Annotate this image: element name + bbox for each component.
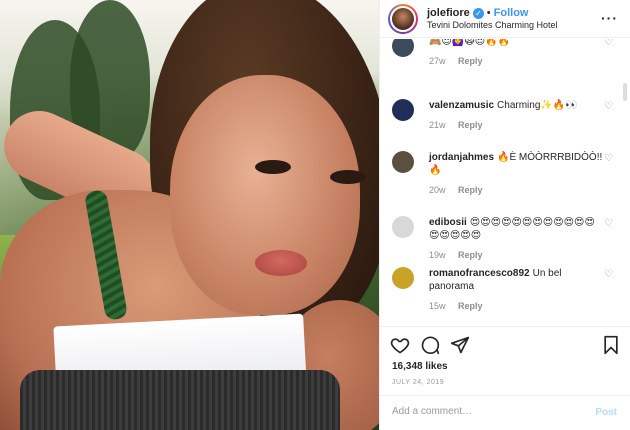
comment-like-heart-icon[interactable]: ♡ xyxy=(604,39,613,48)
comment-meta: 27w Reply xyxy=(429,55,604,68)
post-header-top: jolefiore ✓ • Follow xyxy=(427,7,558,20)
heart-icon[interactable] xyxy=(390,335,410,355)
reply-button[interactable]: Reply xyxy=(458,185,483,195)
photo-lounge-chair xyxy=(20,370,340,430)
separator-dot: • xyxy=(486,6,491,19)
comment-like-heart-icon[interactable]: ♡ xyxy=(604,269,613,280)
reply-button[interactable]: Reply xyxy=(458,301,483,311)
comment-username[interactable]: valenzamusic xyxy=(429,100,494,111)
comment-meta: 21w Reply xyxy=(429,119,604,132)
author-avatar[interactable] xyxy=(388,3,418,34)
post-actions: 16,348 likes JULY 24, 2019 Post xyxy=(380,326,630,430)
more-options-icon[interactable]: ··· xyxy=(601,10,618,26)
author-username[interactable]: jolefiore xyxy=(427,7,470,20)
comment-body: edibosii 😍😍😍😍😍😍😍😍😍😍😍😍😍😍😍😍😍 19w Reply xyxy=(429,216,604,262)
comments-scrollbar[interactable] xyxy=(623,83,627,101)
comment-body: valenzamusic Charming✨🔥👀 21w Reply xyxy=(429,99,604,132)
commenter-avatar[interactable] xyxy=(392,39,414,57)
comment-meta: 19w Reply xyxy=(429,249,604,262)
comment-input[interactable] xyxy=(392,406,572,417)
comment-meta: 20w Reply xyxy=(429,184,604,197)
comment-icon[interactable] xyxy=(420,335,440,355)
photo-eye xyxy=(255,160,291,174)
comment-age: 15w xyxy=(429,301,446,311)
commenter-avatar[interactable] xyxy=(392,216,414,238)
share-icon[interactable] xyxy=(450,335,470,355)
comment-body: 🙈😈🙆‍♀️🙀😍🔥🔥 27w Reply xyxy=(429,39,604,68)
comment-body: romanofrancesco892 Un bel panorama 15w Re… xyxy=(429,267,604,313)
photo-eye xyxy=(330,170,366,184)
reply-button[interactable]: Reply xyxy=(458,250,483,260)
comment-age: 21w xyxy=(429,120,446,130)
comment-body: jordanjahmes 🔥È MÒÒRRRBIDÒÒ!!🔥 20w Reply xyxy=(429,151,604,197)
instagram-post-view: jolefiore ✓ • Follow Tevini Dolomites Ch… xyxy=(0,0,630,430)
commenter-avatar[interactable] xyxy=(392,267,414,289)
bookmark-icon[interactable] xyxy=(601,335,621,355)
comment-username[interactable]: edibosii xyxy=(429,217,467,228)
reply-button[interactable]: Reply xyxy=(458,56,483,66)
post-location[interactable]: Tevini Dolomites Charming Hotel xyxy=(427,20,558,31)
photo-lips xyxy=(255,250,307,276)
add-comment-bar: Post xyxy=(380,395,630,430)
post-side-panel: jolefiore ✓ • Follow Tevini Dolomites Ch… xyxy=(379,0,630,430)
post-header: jolefiore ✓ • Follow Tevini Dolomites Ch… xyxy=(380,0,630,38)
commenter-avatar[interactable] xyxy=(392,151,414,173)
comments-list[interactable]: 🙈😈🙆‍♀️🙀😍🔥🔥 27w Reply ♡ valenzamusic Charm… xyxy=(380,39,630,326)
comment-like-heart-icon[interactable]: ♡ xyxy=(604,101,613,112)
comment-username[interactable]: romanofrancesco892 xyxy=(429,268,530,279)
comment-age: 20w xyxy=(429,185,446,195)
post-photo[interactable] xyxy=(0,0,379,430)
verified-badge-icon: ✓ xyxy=(472,7,484,19)
reply-button[interactable]: Reply xyxy=(458,120,483,130)
comment-text: 🙈😈🙆‍♀️🙀😍🔥🔥 xyxy=(429,39,511,47)
post-comment-button[interactable]: Post xyxy=(595,407,617,418)
comment-username[interactable]: jordanjahmes xyxy=(429,152,494,163)
comment-text: Charming✨🔥👀 xyxy=(497,100,578,111)
comment-like-heart-icon[interactable]: ♡ xyxy=(604,218,613,229)
photo-face xyxy=(170,75,360,315)
likes-count[interactable]: 16,348 likes xyxy=(392,361,448,372)
post-header-text: jolefiore ✓ • Follow Tevini Dolomites Ch… xyxy=(427,7,558,31)
comment-age: 19w xyxy=(429,250,446,260)
comment-age: 27w xyxy=(429,56,446,66)
follow-button[interactable]: Follow xyxy=(494,7,529,20)
action-icons-row xyxy=(390,335,621,357)
comment-like-heart-icon[interactable]: ♡ xyxy=(604,153,613,164)
comment-meta: 15w Reply xyxy=(429,300,604,313)
post-date: JULY 24, 2019 xyxy=(392,379,445,386)
commenter-avatar[interactable] xyxy=(392,99,414,121)
